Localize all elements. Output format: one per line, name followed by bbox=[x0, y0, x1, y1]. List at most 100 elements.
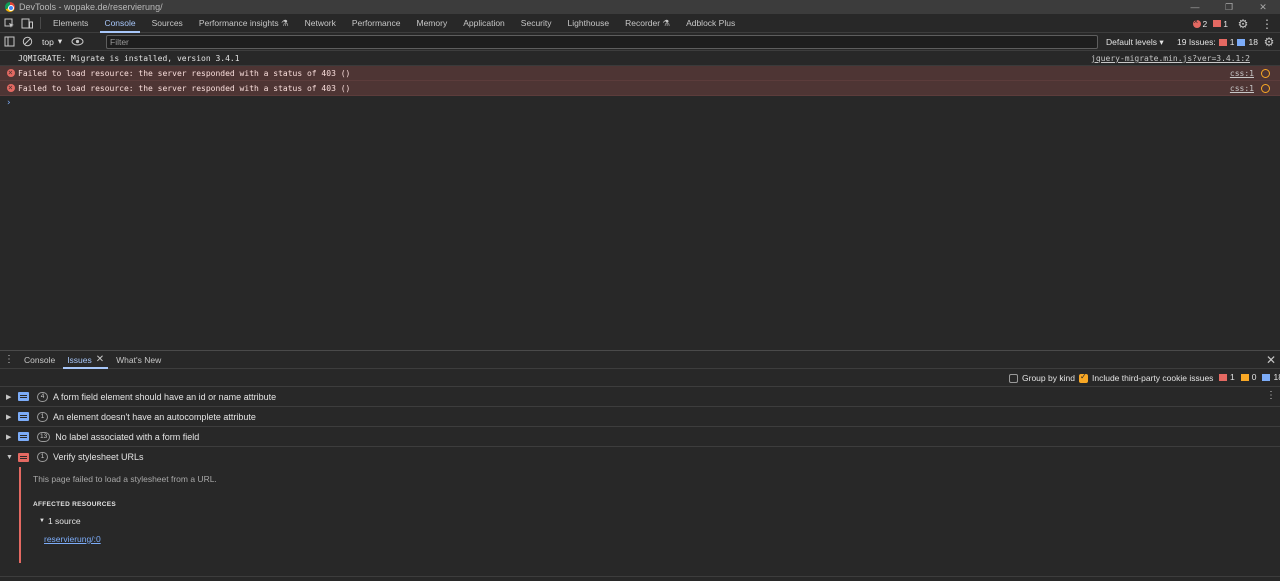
error-icon bbox=[7, 80, 15, 95]
blue-count: 18 bbox=[1273, 372, 1280, 382]
issue-row[interactable]: ▶ 1 An element doesn't have an autocompl… bbox=[0, 407, 1280, 427]
divider bbox=[0, 576, 1280, 577]
issues-blue-count: 18 bbox=[1248, 37, 1258, 47]
issues-red-count: 1 bbox=[1229, 37, 1235, 47]
context-value: top bbox=[42, 36, 54, 47]
chevron-down-icon: ▾ bbox=[1159, 37, 1164, 47]
info-flag-icon bbox=[1237, 38, 1246, 46]
clear-console-icon[interactable] bbox=[18, 33, 36, 51]
tab-performance[interactable]: Performance bbox=[344, 14, 409, 33]
main-tab-bar: Elements Console Sources Performance ins… bbox=[0, 14, 1280, 33]
expand-arrow-icon[interactable]: ▶ bbox=[6, 433, 16, 441]
console-message: JQMIGRATE: Migrate is installed, version… bbox=[0, 51, 1280, 66]
message-text: Failed to load resource: the server resp… bbox=[18, 69, 351, 78]
issue-count-pill: 1 bbox=[37, 411, 48, 422]
error-count: 2 bbox=[1202, 18, 1208, 29]
include-third-party-checkbox[interactable]: Include third-party cookie issues bbox=[1079, 372, 1213, 383]
message-text: Failed to load resource: the server resp… bbox=[18, 84, 351, 93]
inspect-element-icon[interactable] bbox=[0, 14, 18, 32]
console-error-message: Failed to load resource: the server resp… bbox=[0, 65, 1280, 81]
console-settings-icon[interactable]: ⚙ bbox=[1260, 33, 1278, 51]
chevron-down-icon: ▾ bbox=[57, 36, 63, 46]
restore-icon[interactable]: ❐ bbox=[1212, 0, 1246, 14]
tab-adblock-plus[interactable]: Adblock Plus bbox=[678, 14, 743, 33]
gear-icon[interactable]: ⚙ bbox=[1234, 15, 1252, 33]
tab-elements[interactable]: Elements bbox=[45, 14, 96, 33]
eye-icon[interactable] bbox=[68, 33, 86, 51]
issue-row[interactable]: ▶ 13 No label associated with a form fie… bbox=[0, 427, 1280, 447]
expand-arrow-icon[interactable]: ▶ bbox=[6, 393, 16, 401]
issue-title: Verify stylesheet URLs bbox=[53, 452, 144, 462]
warning-flag-icon bbox=[1240, 373, 1249, 381]
drawer-tab-bar: ⋮ Console Issues ✕ What's New ✕ bbox=[0, 350, 1280, 369]
tab-security[interactable]: Security bbox=[513, 14, 560, 33]
checkbox-label: Group by kind bbox=[1022, 373, 1075, 383]
close-drawer-icon[interactable]: ✕ bbox=[1266, 351, 1276, 369]
checkbox-box[interactable] bbox=[1009, 373, 1018, 383]
divider bbox=[40, 17, 41, 29]
info-flag-icon bbox=[1262, 373, 1271, 381]
message-source-link[interactable]: css:1 bbox=[1230, 66, 1254, 81]
issue-flag-icon bbox=[1213, 20, 1222, 27]
minimize-icon[interactable]: — bbox=[1178, 0, 1212, 14]
drawer-menu-icon[interactable]: ⋮ bbox=[0, 354, 18, 365]
tab-recorder[interactable]: Recorder ⚗ bbox=[617, 14, 678, 33]
tab-performance-insights[interactable]: Performance insights ⚗ bbox=[191, 14, 297, 33]
device-toolbar-icon[interactable] bbox=[18, 14, 36, 32]
tab-lighthouse[interactable]: Lighthouse bbox=[560, 14, 618, 33]
network-request-icon[interactable] bbox=[1261, 69, 1270, 78]
collapse-arrow-icon[interactable]: ▼ bbox=[6, 454, 16, 461]
tab-network[interactable]: Network bbox=[297, 14, 344, 33]
drawer-tab-whats-new[interactable]: What's New bbox=[110, 351, 167, 369]
issue-count-pill: 1 bbox=[37, 452, 48, 462]
yellow-count: 0 bbox=[1251, 372, 1257, 382]
issues-count-button[interactable]: 19 Issues: 1 18 bbox=[1177, 33, 1258, 51]
more-options-icon[interactable]: ⋮ bbox=[1258, 15, 1276, 33]
chrome-icon bbox=[5, 2, 15, 12]
issue-count-pill: 4 bbox=[37, 391, 48, 402]
sources-toggle[interactable]: ▼ 1 source bbox=[39, 516, 81, 526]
network-request-icon[interactable] bbox=[1261, 84, 1270, 93]
log-levels-label: Default levels bbox=[1106, 37, 1158, 47]
title-bar: DevTools - wopake.de/reservierung/ — ❐ ✕ bbox=[0, 0, 1280, 14]
filter-input[interactable] bbox=[106, 35, 1098, 49]
expand-arrow-icon[interactable]: ▶ bbox=[6, 413, 16, 421]
collapse-arrow-icon: ▼ bbox=[39, 518, 45, 524]
sidebar-toggle-icon[interactable] bbox=[0, 33, 18, 51]
error-count-badge[interactable]: 2 bbox=[1192, 17, 1208, 29]
tab-console[interactable]: Console bbox=[96, 14, 143, 33]
drawer-tab-label: What's New bbox=[116, 354, 162, 365]
group-by-kind-checkbox[interactable]: Group by kind bbox=[1009, 373, 1075, 383]
header-status: 2 1 ⚙ ⋮ bbox=[1192, 14, 1280, 33]
log-levels-dropdown[interactable]: Default levels ▾ bbox=[1106, 33, 1164, 51]
console-prompt[interactable]: › bbox=[0, 96, 1280, 110]
issue-title: An element doesn't have an autocomplete … bbox=[53, 411, 256, 422]
issues-toolbar: Group by kind Include third-party cookie… bbox=[0, 369, 1280, 387]
tab-memory[interactable]: Memory bbox=[409, 14, 456, 33]
message-source-link[interactable]: jquery-migrate.min.js?ver=3.4.1:2 bbox=[1091, 51, 1250, 66]
issue-detail: This page failed to load a stylesheet fr… bbox=[19, 467, 1280, 563]
close-tab-icon[interactable]: ✕ bbox=[96, 351, 104, 369]
issue-row-expanded[interactable]: ▼ 1 Verify stylesheet URLs bbox=[0, 447, 1280, 467]
issue-row[interactable]: ▶ 4 A form field element should have an … bbox=[0, 387, 1280, 407]
affected-source-link[interactable]: reservierung/:0 bbox=[44, 534, 101, 544]
tab-application[interactable]: Application bbox=[455, 14, 513, 33]
affected-resources-heading: AFFECTED RESOURCES bbox=[33, 501, 117, 508]
sources-label: 1 source bbox=[47, 516, 81, 526]
issue-title: No label associated with a form field bbox=[55, 431, 200, 442]
error-icon bbox=[1192, 17, 1201, 28]
drawer-tab-console[interactable]: Console bbox=[18, 351, 61, 369]
checkbox-box[interactable] bbox=[1079, 372, 1088, 383]
context-select[interactable]: top ▾ bbox=[36, 36, 68, 47]
close-window-icon[interactable]: ✕ bbox=[1246, 0, 1280, 14]
drawer-tab-issues[interactable]: Issues ✕ bbox=[61, 351, 110, 369]
message-source-link[interactable]: css:1 bbox=[1230, 81, 1254, 96]
window-title: DevTools - wopake.de/reservierung/ bbox=[19, 2, 163, 12]
drawer-tab-label: Issues bbox=[67, 354, 92, 365]
issue-flag-icon bbox=[1219, 373, 1227, 381]
issue-count-badge[interactable]: 1 bbox=[1213, 19, 1228, 29]
window-controls: — ❐ ✕ bbox=[1178, 0, 1280, 14]
tab-sources[interactable]: Sources bbox=[144, 14, 191, 33]
error-icon bbox=[7, 65, 15, 80]
info-message-icon bbox=[18, 392, 29, 401]
